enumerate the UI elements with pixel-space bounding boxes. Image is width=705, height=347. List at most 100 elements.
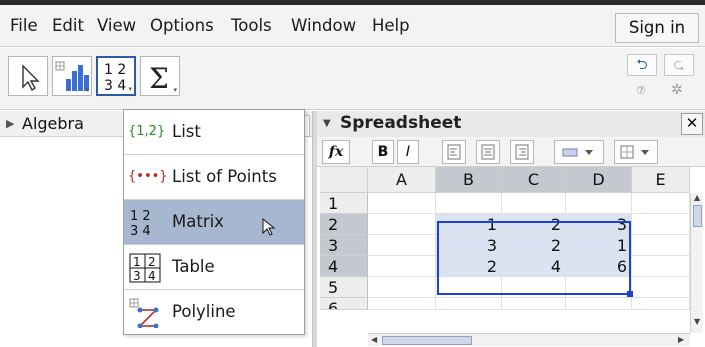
svg-text:4: 4 xyxy=(148,269,156,283)
cell-a6[interactable] xyxy=(368,298,436,310)
column-header-b[interactable]: B xyxy=(436,167,502,193)
menu-tools[interactable]: Tools xyxy=(231,16,272,35)
cell-a5[interactable] xyxy=(368,277,436,298)
list-tools-dropdown: {1,2} List {•••} List of Points 1 2 3 4 … xyxy=(123,109,305,335)
gear-icon[interactable]: ✲ xyxy=(671,82,683,98)
horizontal-scroll-thumb[interactable] xyxy=(382,336,472,345)
italic-button[interactable]: I xyxy=(397,140,419,164)
cell-e1[interactable] xyxy=(632,193,690,214)
matrix-tool-button[interactable]: 1 2 3 4 ▾ xyxy=(96,56,136,96)
dropdown-item-list[interactable]: {1,2} List xyxy=(124,110,304,155)
row-header-6[interactable]: 6 xyxy=(320,298,368,310)
cell-e2[interactable] xyxy=(632,214,690,235)
menu-help[interactable]: Help xyxy=(372,16,410,35)
cell-a1[interactable] xyxy=(368,193,436,214)
menu-window[interactable]: Window xyxy=(291,16,356,35)
sum-tool-button[interactable]: Σ ▾ xyxy=(140,56,180,96)
cell-e6[interactable] xyxy=(632,298,690,310)
one-variable-analysis-tool-button[interactable]: ▾ xyxy=(52,56,92,96)
row-header-1[interactable]: 1 xyxy=(320,193,368,214)
border-grid-icon xyxy=(620,145,649,159)
scroll-left-icon[interactable]: ◀ xyxy=(371,335,377,344)
cell-a4[interactable] xyxy=(368,256,436,277)
cell-e3[interactable] xyxy=(632,235,690,256)
grid-corner[interactable] xyxy=(320,167,368,193)
cell-c1[interactable] xyxy=(502,193,566,214)
undo-button[interactable]: ⮌ xyxy=(627,54,657,76)
bold-button[interactable]: B xyxy=(372,140,394,164)
align-left-button[interactable] xyxy=(442,140,466,164)
dropdown-item-matrix[interactable]: 1 2 3 4 Matrix xyxy=(124,200,304,245)
sign-in-button[interactable]: Sign in xyxy=(615,13,699,43)
mouse-pointer-icon xyxy=(262,218,276,236)
dropdown-item-label: Matrix xyxy=(172,212,224,231)
cell-e5[interactable] xyxy=(632,277,690,298)
dropdown-item-label: List of Points xyxy=(172,167,277,186)
scroll-up-icon[interactable]: ▲ xyxy=(694,193,700,202)
column-header-c[interactable]: C xyxy=(502,167,566,193)
submenu-indicator-icon: ▾ xyxy=(85,86,89,94)
fill-handle[interactable] xyxy=(627,291,633,297)
horizontal-scrollbar[interactable]: ◀ ▶ xyxy=(368,333,690,346)
list-of-points-icon: {•••} xyxy=(128,169,168,184)
input-bar-toggle-button[interactable]: fx xyxy=(322,140,350,164)
column-header-e[interactable]: E xyxy=(632,167,690,193)
scroll-down-icon[interactable]: ▼ xyxy=(694,317,700,326)
close-view-button[interactable]: ✕ xyxy=(681,113,703,135)
cell-e4[interactable] xyxy=(632,256,690,277)
dropdown-item-label: Polyline xyxy=(172,302,236,321)
cell-b1[interactable] xyxy=(436,193,502,214)
help-icon[interactable]: ⑦ xyxy=(636,84,646,97)
row-header-2[interactable]: 2 xyxy=(320,214,368,235)
dropdown-item-polyline[interactable]: Polyline xyxy=(124,290,304,335)
cell-b6[interactable] xyxy=(436,298,502,310)
svg-text:1 2: 1 2 xyxy=(130,209,151,224)
menu-file[interactable]: File xyxy=(10,16,38,35)
spreadsheet-view-title: Spreadsheet xyxy=(340,113,462,133)
column-header-d[interactable]: D xyxy=(566,167,632,193)
move-tool-button[interactable] xyxy=(8,56,48,96)
background-color-button[interactable] xyxy=(554,140,604,164)
undo-icon: ⮌ xyxy=(636,57,648,73)
redo-button[interactable]: ⮎ xyxy=(664,54,694,76)
svg-text:1: 1 xyxy=(133,255,141,269)
table-icon: 1 2 3 4 xyxy=(129,253,161,283)
cell-c6[interactable] xyxy=(502,298,566,310)
vertical-scrollbar[interactable]: ▲ ▼ xyxy=(690,193,703,333)
column-header-a[interactable]: A xyxy=(368,167,436,193)
dropdown-item-list-of-points[interactable]: {•••} List of Points xyxy=(124,155,304,200)
menu-bar: File Edit View Options Tools Window Help… xyxy=(0,5,705,47)
dropdown-item-label: List xyxy=(172,122,201,141)
row-header-5[interactable]: 5 xyxy=(320,277,368,298)
align-right-icon xyxy=(515,144,529,160)
svg-text:Σ: Σ xyxy=(149,62,169,95)
cell-a3[interactable] xyxy=(368,235,436,256)
menu-view[interactable]: View xyxy=(97,16,136,35)
polyline-icon xyxy=(129,298,159,328)
cell-d6[interactable] xyxy=(566,298,632,310)
svg-text:3 4: 3 4 xyxy=(130,224,151,238)
cell-d1[interactable] xyxy=(566,193,632,214)
matrix-icon: 1 2 3 4 xyxy=(130,209,151,238)
algebra-view-title: Algebra xyxy=(22,114,84,133)
expand-arrow-icon[interactable]: ▶ xyxy=(6,117,14,130)
menu-edit[interactable]: Edit xyxy=(52,16,84,35)
collapse-triangle-icon[interactable]: ▼ xyxy=(323,118,331,129)
vertical-scroll-thumb[interactable] xyxy=(693,205,702,227)
svg-text:2: 2 xyxy=(148,255,156,269)
menu-options[interactable]: Options xyxy=(150,16,214,35)
cell-a2[interactable] xyxy=(368,214,436,235)
row-header-4[interactable]: 4 xyxy=(320,256,368,277)
align-center-icon xyxy=(481,144,495,160)
move-arrow-icon xyxy=(22,64,40,92)
align-center-button[interactable] xyxy=(476,140,500,164)
row-header-3[interactable]: 3 xyxy=(320,235,368,256)
border-style-button[interactable] xyxy=(614,140,658,164)
redo-icon: ⮎ xyxy=(673,57,685,73)
list-icon: {1,2} xyxy=(128,124,166,139)
svg-text:1 2: 1 2 xyxy=(104,62,126,78)
dropdown-item-table[interactable]: 1 2 3 4 Table xyxy=(124,245,304,290)
submenu-indicator-icon: ▾ xyxy=(128,85,132,93)
align-right-button[interactable] xyxy=(510,140,534,164)
scroll-right-icon[interactable]: ▶ xyxy=(678,335,684,344)
